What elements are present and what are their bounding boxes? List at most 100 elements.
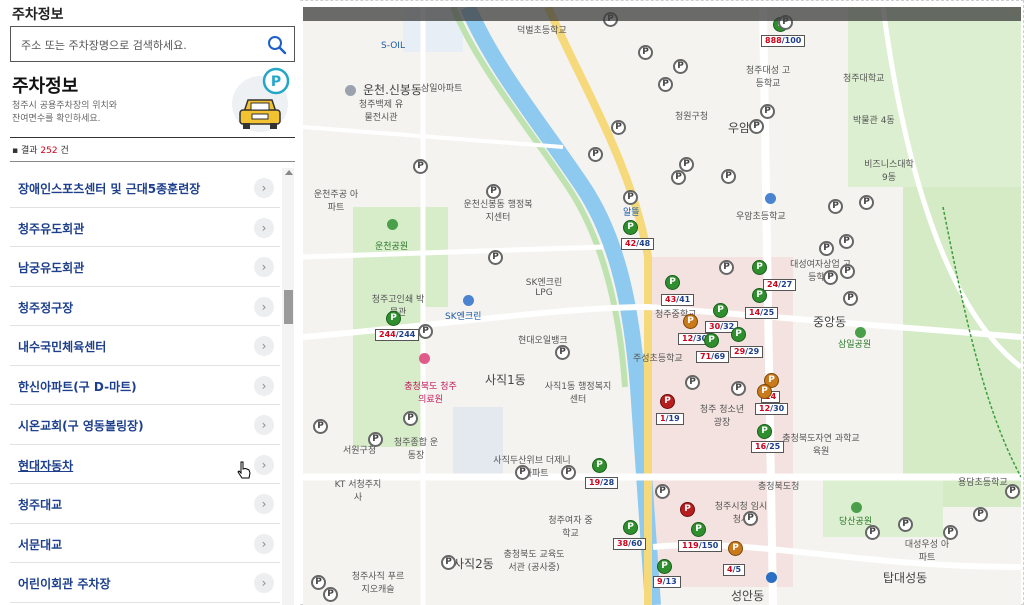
parking-pin[interactable]: P	[311, 575, 326, 590]
chevron-right-icon[interactable]: ›	[254, 573, 274, 593]
parking-badge[interactable]: 888/100	[761, 35, 806, 47]
parking-pin[interactable]: P	[973, 507, 988, 522]
parking-pin[interactable]: P	[623, 220, 638, 235]
parking-pin[interactable]: P	[840, 264, 855, 279]
parking-pin[interactable]: P	[728, 541, 743, 556]
list-item[interactable]: 시온교회(구 영동볼링장) ›	[10, 405, 280, 445]
parking-pin[interactable]: P	[898, 517, 913, 532]
parking-pin[interactable]: P	[588, 147, 603, 162]
parking-pin[interactable]: P	[721, 169, 736, 184]
parking-badge[interactable]: 119/150	[678, 540, 723, 552]
parking-pin[interactable]: P	[865, 525, 880, 540]
parking-pin[interactable]: P	[657, 559, 672, 574]
parking-badge[interactable]: 24/27	[763, 279, 797, 291]
parking-pin[interactable]: P	[515, 465, 530, 480]
scroll-up-icon[interactable]	[285, 170, 293, 175]
parking-badge[interactable]: 14/25	[745, 307, 779, 319]
parking-badge[interactable]: 42/48	[621, 238, 655, 250]
parking-badge[interactable]: 9/13	[653, 576, 681, 588]
chevron-right-icon[interactable]: ›	[254, 178, 274, 198]
parking-pin[interactable]: P	[488, 250, 503, 265]
parking-pin[interactable]: P	[843, 291, 858, 306]
search-icon[interactable]	[266, 34, 288, 56]
scroll-thumb[interactable]	[284, 290, 293, 324]
parking-pin[interactable]: P	[683, 314, 698, 329]
parking-pin[interactable]: P	[561, 465, 576, 480]
parking-pin[interactable]: P	[859, 195, 874, 210]
list-item[interactable]: 서문대교 ›	[10, 524, 280, 563]
parking-pin[interactable]: P	[752, 260, 767, 275]
chevron-right-icon[interactable]: ›	[254, 336, 274, 356]
chevron-right-icon[interactable]: ›	[254, 217, 274, 238]
parking-pin[interactable]: P	[671, 170, 686, 185]
chevron-right-icon[interactable]: ›	[254, 296, 274, 317]
search-input[interactable]	[21, 35, 261, 55]
chevron-right-icon[interactable]: ›	[254, 415, 274, 435]
parking-pin[interactable]: P	[418, 324, 433, 339]
parking-pin[interactable]: P	[1005, 484, 1020, 499]
parking-pin[interactable]: P	[638, 45, 653, 60]
list-item-label[interactable]: 청주유도회관	[18, 220, 84, 237]
parking-pin[interactable]: P	[752, 288, 767, 303]
parking-pin[interactable]: P	[673, 59, 688, 74]
parking-badge[interactable]: 16/25	[751, 441, 785, 453]
map-view[interactable]: 운천.신봉동 청주백제 유물전시관 운천주공 아파트 운천신봉동 행정복지센터 …	[303, 7, 1021, 605]
parking-pin[interactable]: P	[719, 260, 734, 275]
parking-pin[interactable]: P	[760, 104, 775, 119]
parking-pin[interactable]: P	[704, 333, 719, 348]
parking-pin[interactable]: P	[680, 502, 695, 517]
list-item-label[interactable]: 내수국민체육센터	[18, 338, 106, 355]
list-item[interactable]: 어린이회관 주차장 ›	[10, 563, 280, 603]
parking-pin[interactable]: P	[731, 381, 746, 396]
parking-pin[interactable]: P	[592, 458, 607, 473]
list-item[interactable]: 내수국민체육센터 ›	[10, 326, 280, 366]
list-item[interactable]: 한신아파트(구 D-마트) ›	[10, 366, 280, 405]
parking-pin[interactable]: P	[313, 419, 328, 434]
list-item-label[interactable]: 시온교회(구 영동볼링장)	[18, 417, 144, 434]
parking-pin[interactable]: P	[819, 241, 834, 256]
parking-pin[interactable]: P	[828, 199, 843, 214]
list-item-label[interactable]: 어린이회관 주차장	[18, 575, 111, 592]
list-item-label[interactable]: 현대자동차	[18, 457, 73, 474]
parking-pin[interactable]: P	[658, 77, 673, 92]
parking-pin[interactable]: P	[665, 275, 680, 290]
list-item[interactable]: 청주대교 ›	[10, 484, 280, 524]
parking-pin[interactable]: P	[623, 520, 638, 535]
parking-pin[interactable]: P	[655, 484, 670, 499]
list-item[interactable]: 장애인스포츠센터 및 근대5종훈련장 ›	[10, 168, 280, 208]
parking-pin[interactable]: P	[441, 555, 456, 570]
parking-badge[interactable]: 38/60	[613, 538, 647, 550]
parking-badge[interactable]: 19/28	[585, 477, 619, 489]
list-item-label[interactable]: 남궁유도회관	[18, 259, 84, 276]
parking-pin[interactable]: P	[660, 394, 675, 409]
chevron-right-icon[interactable]: ›	[254, 494, 274, 514]
list-item[interactable]: 청주정구장 ›	[10, 287, 280, 326]
parking-badge[interactable]: 71/69	[696, 351, 730, 363]
parking-pin[interactable]: P	[943, 525, 958, 540]
chevron-right-icon[interactable]: ›	[254, 375, 274, 396]
parking-badge[interactable]: 1/19	[656, 413, 684, 425]
parking-pin[interactable]: P	[403, 411, 418, 426]
parking-pin[interactable]: P	[823, 270, 838, 285]
parking-pin[interactable]: P	[368, 432, 383, 447]
list-item[interactable]: 남궁유도회관 ›	[10, 247, 280, 287]
parking-pin[interactable]: P	[749, 119, 764, 134]
parking-pin[interactable]: P	[611, 120, 626, 135]
parking-pin[interactable]: P	[685, 375, 700, 390]
chevron-right-icon[interactable]: ›	[254, 454, 274, 475]
parking-badge[interactable]: 29/29	[730, 346, 764, 358]
parking-pin[interactable]: P	[713, 303, 728, 318]
parking-pin[interactable]: P	[623, 190, 638, 205]
parking-pin[interactable]: P	[757, 424, 772, 439]
parking-pin[interactable]: P	[413, 159, 428, 174]
list-item[interactable]: 청주유도회관 ›	[10, 208, 280, 247]
parking-pin[interactable]: P	[839, 234, 854, 249]
list-scrollbar[interactable]	[282, 168, 294, 605]
list-item-label[interactable]: 서문대교	[18, 536, 62, 553]
parking-pin[interactable]: P	[555, 345, 570, 360]
chevron-right-icon[interactable]: ›	[254, 257, 274, 277]
parking-pin[interactable]: P	[386, 311, 401, 326]
list-item-label[interactable]: 한신아파트(구 D-마트)	[18, 378, 137, 395]
parking-pin[interactable]: P	[486, 184, 501, 199]
chevron-right-icon[interactable]: ›	[254, 533, 274, 554]
